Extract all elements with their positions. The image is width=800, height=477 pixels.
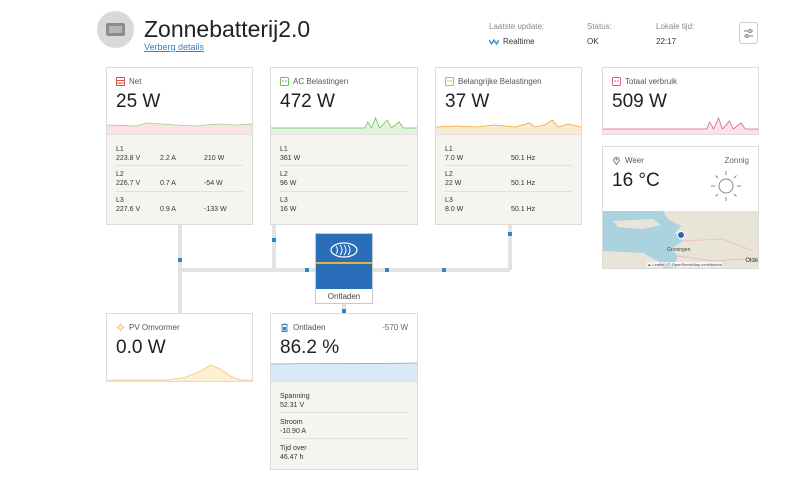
sun-icon — [711, 171, 741, 201]
divider — [116, 165, 243, 166]
device-avatar — [97, 11, 134, 48]
ac-phase-row: L1 361 W — [280, 146, 301, 162]
grid-sparkline — [107, 122, 252, 134]
pv-title: PV Omvormer — [129, 323, 180, 332]
ac-plug-icon — [280, 77, 289, 86]
divider — [280, 438, 408, 439]
device-icon — [106, 23, 125, 36]
weather-condition: Zonnig — [724, 156, 749, 165]
critical-loads-sparkline — [436, 119, 581, 134]
grid-power: 25 W — [116, 91, 161, 112]
divider — [280, 165, 408, 166]
sliders-icon — [744, 28, 753, 38]
critical-loads-power: 37 W — [445, 91, 490, 112]
map-city-label: Groningen — [667, 247, 691, 253]
grid-card[interactable]: Net 25 W L1 223.8 V 2.2 A 210 W L2 226.7… — [106, 67, 253, 225]
total-sparkline — [603, 116, 758, 134]
page-title: Zonnebatterij2.0 — [144, 16, 311, 42]
grid-icon — [116, 77, 125, 86]
grid-phase-row: L3 227.6 V 0.9 A -133 W — [116, 197, 227, 213]
local-time-label: Lokale tijd: — [656, 22, 695, 31]
wire-critical — [508, 224, 512, 270]
inverter-device[interactable]: Ontladen — [315, 233, 373, 304]
weather-map[interactable]: Groningen ▲ Leaflet | © OpenStreetMap co… — [603, 211, 758, 268]
ac-loads-title: AC Belastingen — [293, 77, 349, 86]
inverter-stripe — [316, 262, 372, 264]
ac-phase-row: L2 96 W — [280, 171, 297, 187]
critical-plug-icon — [445, 77, 454, 86]
pv-inverter-card[interactable]: PV Omvormer 0.0 W — [106, 313, 253, 382]
grid-title: Net — [129, 77, 142, 86]
flow-dot — [178, 258, 182, 262]
local-time-value: 22:17 — [656, 37, 677, 46]
flow-dot — [442, 268, 446, 272]
divider — [445, 191, 572, 192]
realtime-wave-icon — [489, 38, 499, 45]
battery-row: Tijd over 46.47 h — [280, 445, 307, 461]
status-label: Status: — [587, 22, 612, 31]
total-title: Totaal verbruik — [625, 77, 678, 86]
total-power: 509 W — [612, 91, 667, 112]
flow-dot — [305, 268, 309, 272]
map-attribution[interactable]: ▲ Leaflet | © OpenStreetMap contributors — [647, 262, 722, 267]
last-update-label: Laatste update: — [489, 22, 545, 31]
grid-phase-row: L2 226.7 V 0.7 A -54 W — [116, 171, 223, 187]
pv-sparkline — [107, 364, 252, 381]
ac-loads-card[interactable]: AC Belastingen 472 W L1 361 W L2 96 W L3… — [270, 67, 418, 225]
weather-title: Weer — [625, 156, 644, 165]
flow-dot — [508, 232, 512, 236]
divider — [280, 191, 408, 192]
divider — [116, 191, 243, 192]
map-land — [603, 211, 758, 268]
critical-phase-row: L3 8.0 W 50.1 Hz — [445, 197, 536, 213]
status-block: Status: OK — [587, 22, 612, 46]
local-time-block: Lokale tijd: 22:17 — [656, 22, 694, 46]
grid-phase-row: L1 223.8 V 2.2 A 210 W — [116, 146, 225, 162]
flow-dot — [272, 238, 276, 242]
total-plug-icon — [612, 77, 621, 86]
battery-card[interactable]: Ontladen -570 W 86.2 % Spanning 52.31 V … — [270, 313, 418, 470]
last-update-block: Laatste update: Realtime — [489, 22, 544, 46]
divider — [445, 165, 572, 166]
battery-row: Spanning 52.31 V — [280, 393, 310, 409]
divider — [280, 412, 408, 413]
last-update-value: Realtime — [503, 37, 535, 46]
weather-card[interactable]: Weer Zonnig 16 °C Groningen ▲ Leaflet | … — [602, 146, 759, 269]
critical-loads-card[interactable]: Belangrijke Belastingen 37 W L1 7.0 W 50… — [435, 67, 582, 225]
battery-title: Ontladen — [293, 323, 326, 332]
victron-logo-icon — [330, 242, 358, 258]
battery-row: Stroom -10.90 A — [280, 419, 307, 435]
location-pin-icon — [612, 156, 621, 165]
wire-ac — [272, 224, 276, 270]
critical-phase-row: L1 7.0 W 50.1 Hz — [445, 146, 536, 162]
toggle-details-link[interactable]: Verberg details — [144, 42, 204, 52]
critical-loads-title: Belangrijke Belastingen — [458, 77, 542, 86]
ac-loads-power: 472 W — [280, 91, 335, 112]
ac-phase-row: L3 16 W — [280, 197, 297, 213]
sun-small-icon — [116, 323, 125, 332]
total-consumption-card[interactable]: Totaal verbruik 509 W — [602, 67, 759, 135]
flow-dot — [385, 268, 389, 272]
battery-icon — [280, 323, 289, 332]
status-value: OK — [587, 37, 599, 46]
battery-power: -570 W — [382, 323, 408, 332]
inverter-face — [316, 234, 372, 289]
battery-soc: 86.2 % — [280, 337, 340, 358]
ac-loads-sparkline — [271, 116, 417, 134]
battery-sparkline — [271, 362, 417, 381]
inverter-state: Ontladen — [327, 292, 361, 301]
map-edge-label: Olde — [745, 258, 758, 264]
critical-phase-row: L2 22 W 50.1 Hz — [445, 171, 536, 187]
settings-button[interactable] — [739, 22, 758, 44]
pv-power: 0.0 W — [116, 337, 166, 358]
weather-temperature: 16 °C — [612, 170, 660, 191]
